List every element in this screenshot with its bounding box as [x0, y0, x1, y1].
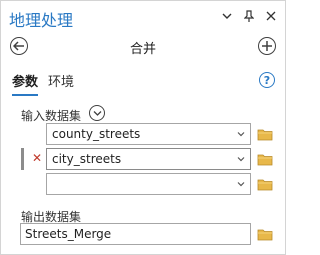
dropdown-arrow-icon [237, 132, 245, 137]
input-dataset-combo[interactable]: city_streets [46, 148, 251, 170]
output-dataset-value: Streets_Merge [25, 227, 112, 241]
plus-icon [262, 41, 272, 51]
close-icon[interactable] [265, 9, 277, 23]
help-icon[interactable]: ? [259, 72, 275, 88]
folder-icon[interactable] [257, 153, 274, 166]
pane-header-controls [221, 9, 277, 23]
input-dataset-combo[interactable] [46, 173, 251, 195]
drag-handle[interactable] [21, 148, 24, 170]
folder-icon[interactable] [257, 178, 274, 191]
geoprocessing-pane: 地理处理 合并 参数 环境 ? 输入数据集 county_streets ✕ c… [0, 0, 286, 255]
dropdown-arrow-icon [237, 182, 245, 187]
tab-bar: 参数 环境 [12, 71, 74, 96]
pane-title: 地理处理 [9, 11, 74, 30]
chevron-down-icon [93, 110, 101, 116]
dropdown-arrow-icon [237, 157, 245, 162]
add-button[interactable] [258, 37, 276, 55]
expand-button[interactable] [89, 105, 105, 121]
input-dataset-combo[interactable]: county_streets [46, 123, 251, 145]
tab-environments[interactable]: 环境 [48, 71, 74, 96]
tab-parameters[interactable]: 参数 [12, 71, 39, 96]
input-datasets-label: 输入数据集 [21, 109, 82, 123]
pin-icon[interactable] [243, 9, 255, 23]
output-dataset-input[interactable]: Streets_Merge [20, 223, 251, 245]
tool-title: 合并 [129, 42, 156, 57]
chevron-down-icon[interactable] [221, 9, 233, 23]
input-dataset-value: city_streets [52, 152, 122, 166]
folder-icon[interactable] [257, 228, 274, 241]
remove-icon[interactable]: ✕ [32, 151, 42, 165]
input-dataset-value: county_streets [52, 127, 141, 141]
folder-icon[interactable] [257, 128, 274, 141]
